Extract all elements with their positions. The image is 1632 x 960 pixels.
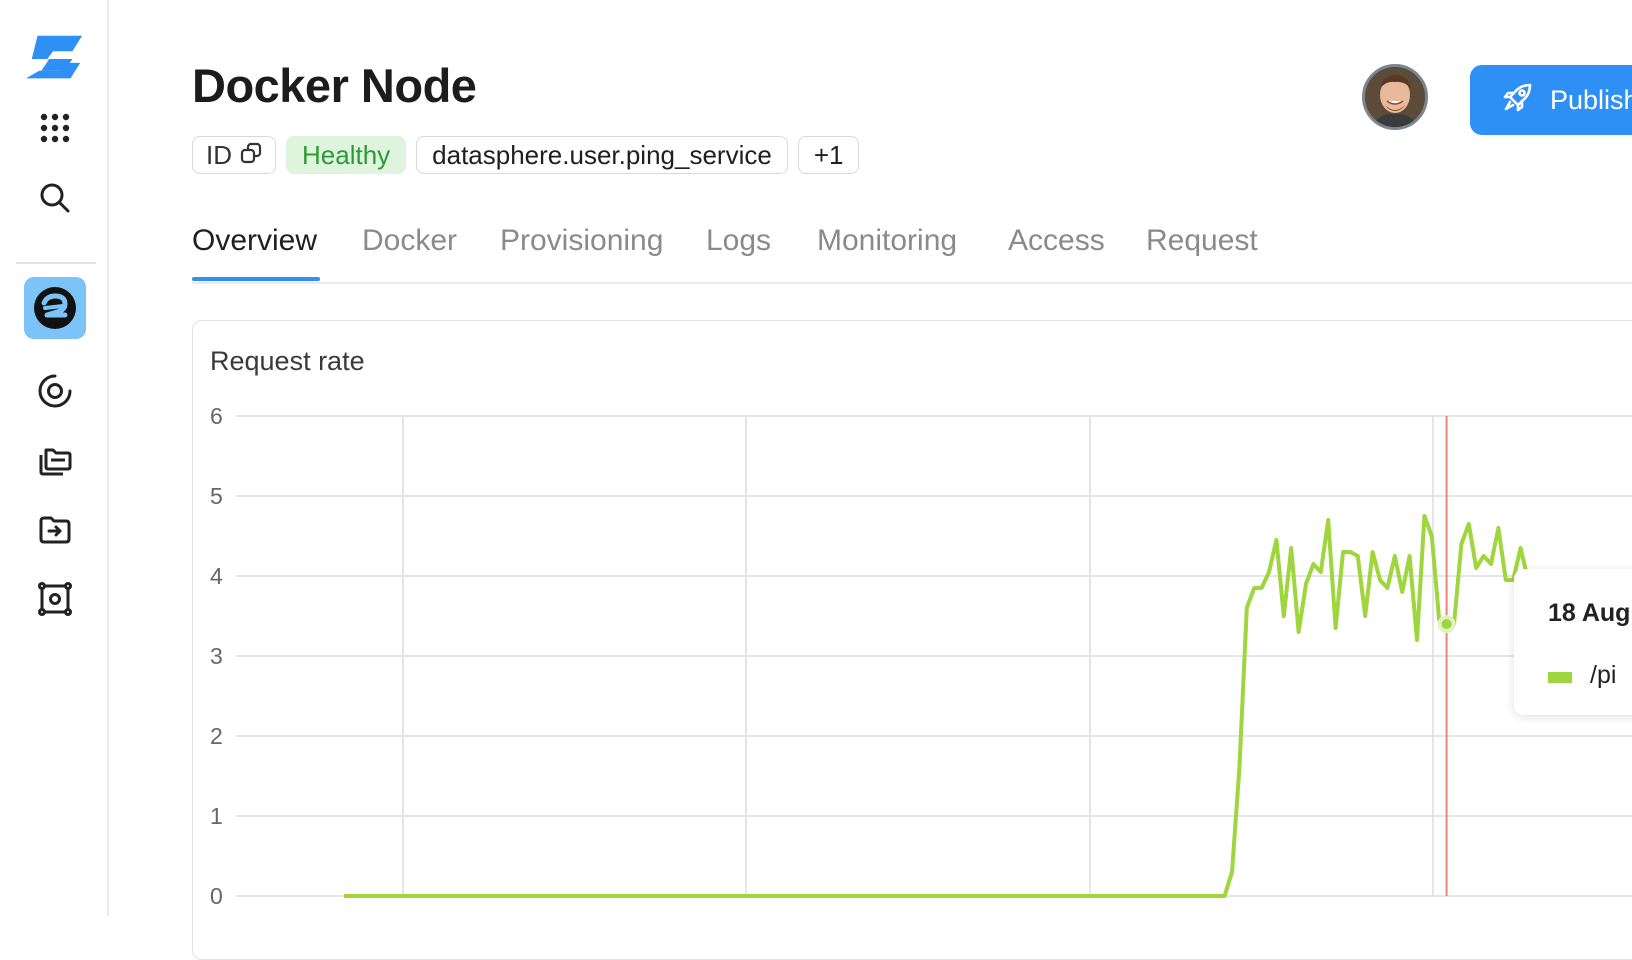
chart-tooltip: 18 Aug /pi [1514, 569, 1632, 715]
tooltip-series-label: /pi [1590, 661, 1617, 689]
highlight-point [1441, 619, 1452, 629]
y-tick-label: 0 [210, 883, 223, 909]
request-rate-chart[interactable]: 6 5 4 3 2 1 0 [0, 0, 1632, 916]
tooltip-series-swatch [1548, 672, 1572, 683]
y-tick-label: 6 [210, 403, 223, 429]
y-tick-label: 3 [210, 643, 223, 669]
tooltip-date: 18 Aug [1548, 599, 1631, 627]
series-line [344, 514, 1544, 898]
y-tick-label: 5 [210, 483, 223, 509]
y-tick-label: 2 [210, 723, 223, 749]
y-tick-label: 4 [210, 563, 223, 589]
y-tick-label: 1 [210, 803, 223, 829]
